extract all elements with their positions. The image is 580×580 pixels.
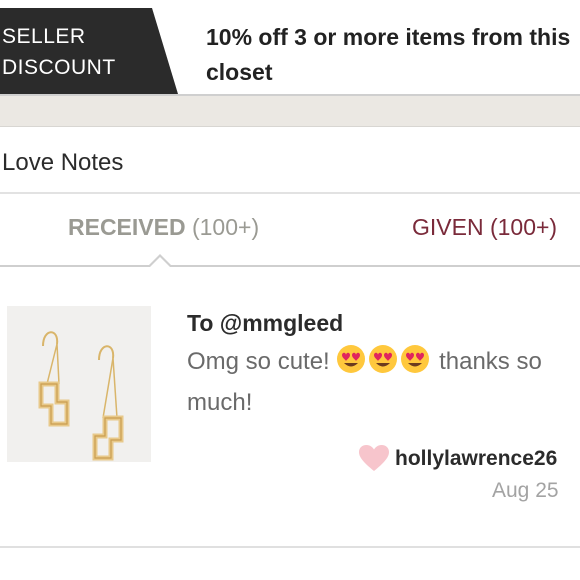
gold-earrings-image	[7, 306, 151, 462]
active-tab-caret-fill	[150, 257, 170, 267]
seller-discount-tag: SELLER DISCOUNT	[0, 8, 178, 94]
note-date: Aug 25	[492, 479, 559, 502]
section-gap	[0, 96, 580, 128]
note-recipient[interactable]: To @mmgleed	[187, 310, 343, 337]
note-message: Omg so cute! thanks so much!	[187, 344, 580, 421]
love-note-item[interactable]: To @mmgleed Omg so cute! thanks so much!…	[0, 267, 580, 547]
seller-discount-tag-line2: DISCOUNT	[2, 56, 116, 79]
tab-given-count: (100+)	[489, 214, 558, 240]
heart-eyes-emoji	[336, 344, 366, 385]
note-message-start: Omg so cute!	[187, 348, 330, 375]
love-notes-header: Love Notes	[0, 127, 580, 193]
tab-received[interactable]: RECEIVED (100+)	[68, 214, 259, 241]
heart-eyes-emoji	[400, 344, 430, 385]
page-title: Love Notes	[2, 149, 124, 176]
seller-discount-message: 10% off 3 or more items from this closet	[206, 24, 571, 85]
tab-received-count: (100+)	[191, 214, 260, 240]
seller-discount-banner[interactable]: SELLER DISCOUNT 10% off 3 or more items …	[0, 0, 580, 96]
heart-eyes-emoji	[368, 344, 398, 385]
tab-given[interactable]: GIVEN (100+)	[412, 214, 557, 241]
love-notes-tabs: RECEIVED (100+) GIVEN (100+)	[0, 194, 580, 266]
heart-icon	[359, 445, 389, 477]
note-divider	[0, 546, 580, 548]
tab-received-label: RECEIVED	[68, 214, 186, 240]
note-author-username[interactable]: hollylawrence26	[395, 447, 557, 471]
tab-given-label: GIVEN	[412, 214, 484, 240]
seller-discount-tag-line1: SELLER	[2, 25, 86, 48]
listing-thumbnail[interactable]	[7, 306, 151, 462]
